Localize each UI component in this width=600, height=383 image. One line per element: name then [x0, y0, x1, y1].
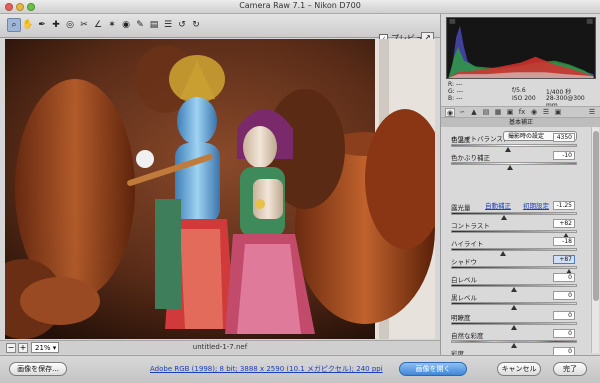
- slider-value-field[interactable]: 0: [553, 291, 575, 300]
- tab-split-toning-icon[interactable]: ▦: [493, 108, 503, 117]
- slider-track[interactable]: [451, 162, 577, 165]
- tab-snapshots-icon[interactable]: ▣: [553, 108, 563, 117]
- rgb-readout: R: --- G: --- B: ---: [448, 81, 463, 102]
- slider-label: 色温度: [451, 136, 471, 144]
- auto-link[interactable]: 自動補正: [485, 200, 511, 210]
- tab-lens-corrections-icon[interactable]: ▣: [505, 108, 515, 117]
- slider-value-field[interactable]: 4350: [553, 133, 575, 142]
- open-image-button[interactable]: 画像を開く: [399, 362, 467, 376]
- rotate-ccw-icon[interactable]: ↺: [175, 18, 189, 32]
- slider-label: ハイライト: [451, 240, 484, 248]
- slider-track[interactable]: [451, 248, 577, 251]
- slider-label: コントラスト: [451, 222, 490, 230]
- color-sampler-tool-icon[interactable]: ✚: [49, 18, 63, 32]
- done-button[interactable]: 完了: [553, 362, 587, 376]
- slider-track[interactable]: [451, 212, 577, 215]
- spot-removal-tool-icon[interactable]: ✶: [105, 18, 119, 32]
- workflow-options-link[interactable]: Adobe RGB (1998); 8 bit; 3888 x 2590 (10…: [150, 364, 383, 374]
- slider-thumb[interactable]: [504, 147, 511, 152]
- slider-label: 白レベル: [451, 276, 477, 284]
- targeted-adjustment-tool-icon[interactable]: ◎: [63, 18, 77, 32]
- zoom-tool-icon[interactable]: ⌕: [7, 18, 21, 32]
- slider-label: 明瞭度: [451, 314, 471, 322]
- slider-value-field[interactable]: -18: [553, 237, 575, 246]
- image-preview[interactable]: [5, 39, 435, 339]
- graduated-filter-tool-icon[interactable]: ▤: [147, 18, 161, 32]
- slider-label: シャドウ: [451, 258, 477, 266]
- b-value: ---: [456, 95, 463, 102]
- tool-bar: ⌕✋✒✚◎✂∠✶◉✎▤☰↺↻ ✓ プレビュー ↗: [0, 14, 440, 44]
- slider-label: 黒レベル: [451, 294, 477, 302]
- tab-basic-icon[interactable]: ◉: [445, 108, 455, 117]
- tab-effects-icon[interactable]: fx: [517, 108, 527, 117]
- save-image-button[interactable]: 画像を保存...: [9, 362, 67, 376]
- tab-presets-icon[interactable]: ☰: [541, 108, 551, 117]
- slider-track[interactable]: [451, 144, 577, 147]
- slider-value-field[interactable]: +87: [553, 255, 575, 264]
- slider-track[interactable]: [451, 266, 577, 269]
- panel-scrollbar[interactable]: [591, 127, 599, 353]
- slider-value-field[interactable]: 0: [553, 273, 575, 282]
- photo-krishna-radha-statues: [5, 39, 435, 339]
- title-bar: Camera Raw 7.1 – Nikon D700: [0, 0, 600, 14]
- white-balance-value: 撮影時の設定: [508, 133, 545, 140]
- file-name: untitled-1-7.nef: [192, 343, 248, 351]
- panel-title: 基本補正: [441, 118, 600, 127]
- preferences-icon[interactable]: ☰: [161, 18, 175, 32]
- camera-info: R: --- G: --- B: --- f/5.6 1/400 秒 ISO 2…: [446, 80, 596, 109]
- preview-status-bar: − + 21% ▾ untitled-1-7.nef: [0, 340, 440, 354]
- g-value: ---: [456, 88, 464, 95]
- red-eye-tool-icon[interactable]: ◉: [119, 18, 133, 32]
- crop-tool-icon[interactable]: ✂: [77, 18, 91, 32]
- slider-value-field[interactable]: 0: [553, 311, 575, 320]
- scrollbar-thumb[interactable]: [593, 131, 599, 301]
- slider-track[interactable]: [451, 230, 577, 233]
- adjustment-brush-tool-icon[interactable]: ✎: [133, 18, 147, 32]
- white-balance-tool-icon[interactable]: ✒: [35, 18, 49, 32]
- aperture: f/5.6: [512, 87, 526, 94]
- b-label: B:: [448, 95, 455, 102]
- slider-thumb[interactable]: [499, 251, 506, 256]
- panel-menu-icon[interactable]: ☰: [587, 108, 597, 117]
- window-title: Camera Raw 7.1 – Nikon D700: [239, 1, 361, 10]
- right-panel: R: --- G: --- B: --- f/5.6 1/400 秒 ISO 2…: [440, 14, 600, 366]
- cancel-button[interactable]: キャンセル: [497, 362, 541, 376]
- slider-value-field[interactable]: -10: [553, 151, 575, 160]
- g-label: G:: [448, 88, 455, 95]
- histogram: [446, 17, 596, 79]
- slider-thumb[interactable]: [507, 165, 514, 170]
- default-link[interactable]: 初期設定: [523, 200, 549, 210]
- slider-thumb[interactable]: [500, 215, 507, 220]
- slider-thumb[interactable]: [511, 287, 517, 292]
- slider-thumb[interactable]: [511, 325, 517, 330]
- slider-value-field[interactable]: 0: [553, 329, 575, 338]
- hand-tool-icon[interactable]: ✋: [21, 18, 35, 32]
- tab-detail-icon[interactable]: ▲: [469, 108, 479, 117]
- slider-thumb[interactable]: [511, 343, 517, 348]
- slider-value-field[interactable]: +82: [553, 219, 575, 228]
- r-value: ---: [455, 81, 463, 88]
- iso: ISO 200: [512, 95, 536, 102]
- slider-label: 露光量: [451, 204, 471, 212]
- camera-raw-window: Camera Raw 7.1 – Nikon D700 ⌕ ✋ ✒ ✚ ◎ ✂ ∠ ✶ ◉ ✎ ▤ ☰…: [0, 0, 600, 383]
- slider-thumb[interactable]: [511, 305, 517, 310]
- straighten-tool-icon[interactable]: ∠: [91, 18, 105, 32]
- slider-label: 色かぶり補正: [451, 154, 490, 162]
- panel-tabs: ◉ ∽ ▲ ▤ ▦ ▣ fx ◉ ☰ ▣ ☰: [441, 106, 600, 118]
- slider-label: 自然な彩度: [451, 332, 484, 340]
- footer-bar: 画像を保存... Adobe RGB (1998); 8 bit; 3888 x…: [0, 355, 600, 383]
- slider-value-field[interactable]: -1.25: [553, 201, 575, 210]
- tab-camera-calibration-icon[interactable]: ◉: [529, 108, 539, 117]
- r-label: R:: [448, 81, 455, 88]
- tab-hsl-icon[interactable]: ▤: [481, 108, 491, 117]
- tab-tone-curve-icon[interactable]: ∽: [457, 108, 467, 117]
- rotate-cw-icon[interactable]: ↻: [189, 18, 203, 32]
